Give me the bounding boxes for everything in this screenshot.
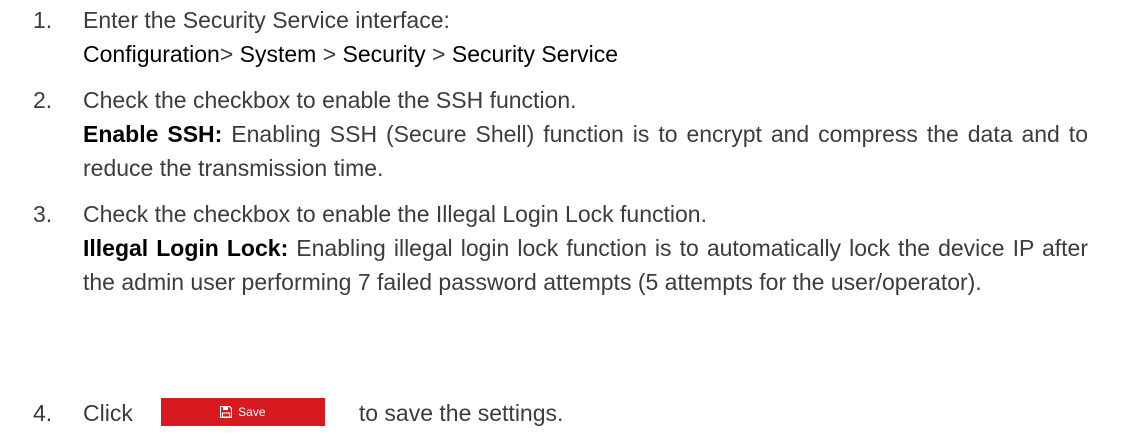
path-security-service: Security Service — [451, 41, 619, 67]
document-page: 1. Enter the Security Service interface:… — [0, 0, 1125, 441]
step-text: Check the checkbox to enable the Illegal… — [83, 201, 707, 227]
menu-path: Configuration> System > Security > Secur… — [83, 37, 1088, 71]
description-text: Enabling SSH (Secure Shell) function is … — [83, 121, 1088, 181]
step-number: 3. — [33, 201, 53, 227]
step-number: 4. — [33, 400, 53, 426]
step-number: 2. — [33, 87, 53, 113]
step-description: Illegal Login Lock: Enabling illegal log… — [83, 231, 1088, 299]
path-security: Security — [342, 41, 426, 67]
term-enable-ssh: Enable SSH: — [83, 121, 223, 147]
click-text: Click — [83, 400, 133, 426]
path-separator: > — [316, 41, 343, 67]
step-description: Enable SSH: Enabling SSH (Secure Shell) … — [83, 117, 1088, 185]
term-illegal-login-lock: Illegal Login Lock: — [83, 235, 289, 261]
post-text: to save the settings. — [358, 400, 564, 426]
path-configuration: Configuration — [83, 41, 220, 67]
save-button[interactable]: Save — [160, 397, 325, 426]
step-number: 1. — [33, 7, 53, 33]
path-separator: > — [219, 41, 240, 67]
save-button-label: Save — [238, 404, 266, 419]
floppy-disk-icon — [220, 405, 233, 418]
path-system: System — [239, 41, 317, 67]
step-text: Check the checkbox to enable the SSH fun… — [83, 87, 577, 113]
step-text: Enter the Security Service interface: — [83, 7, 450, 33]
path-separator: > — [425, 41, 452, 67]
